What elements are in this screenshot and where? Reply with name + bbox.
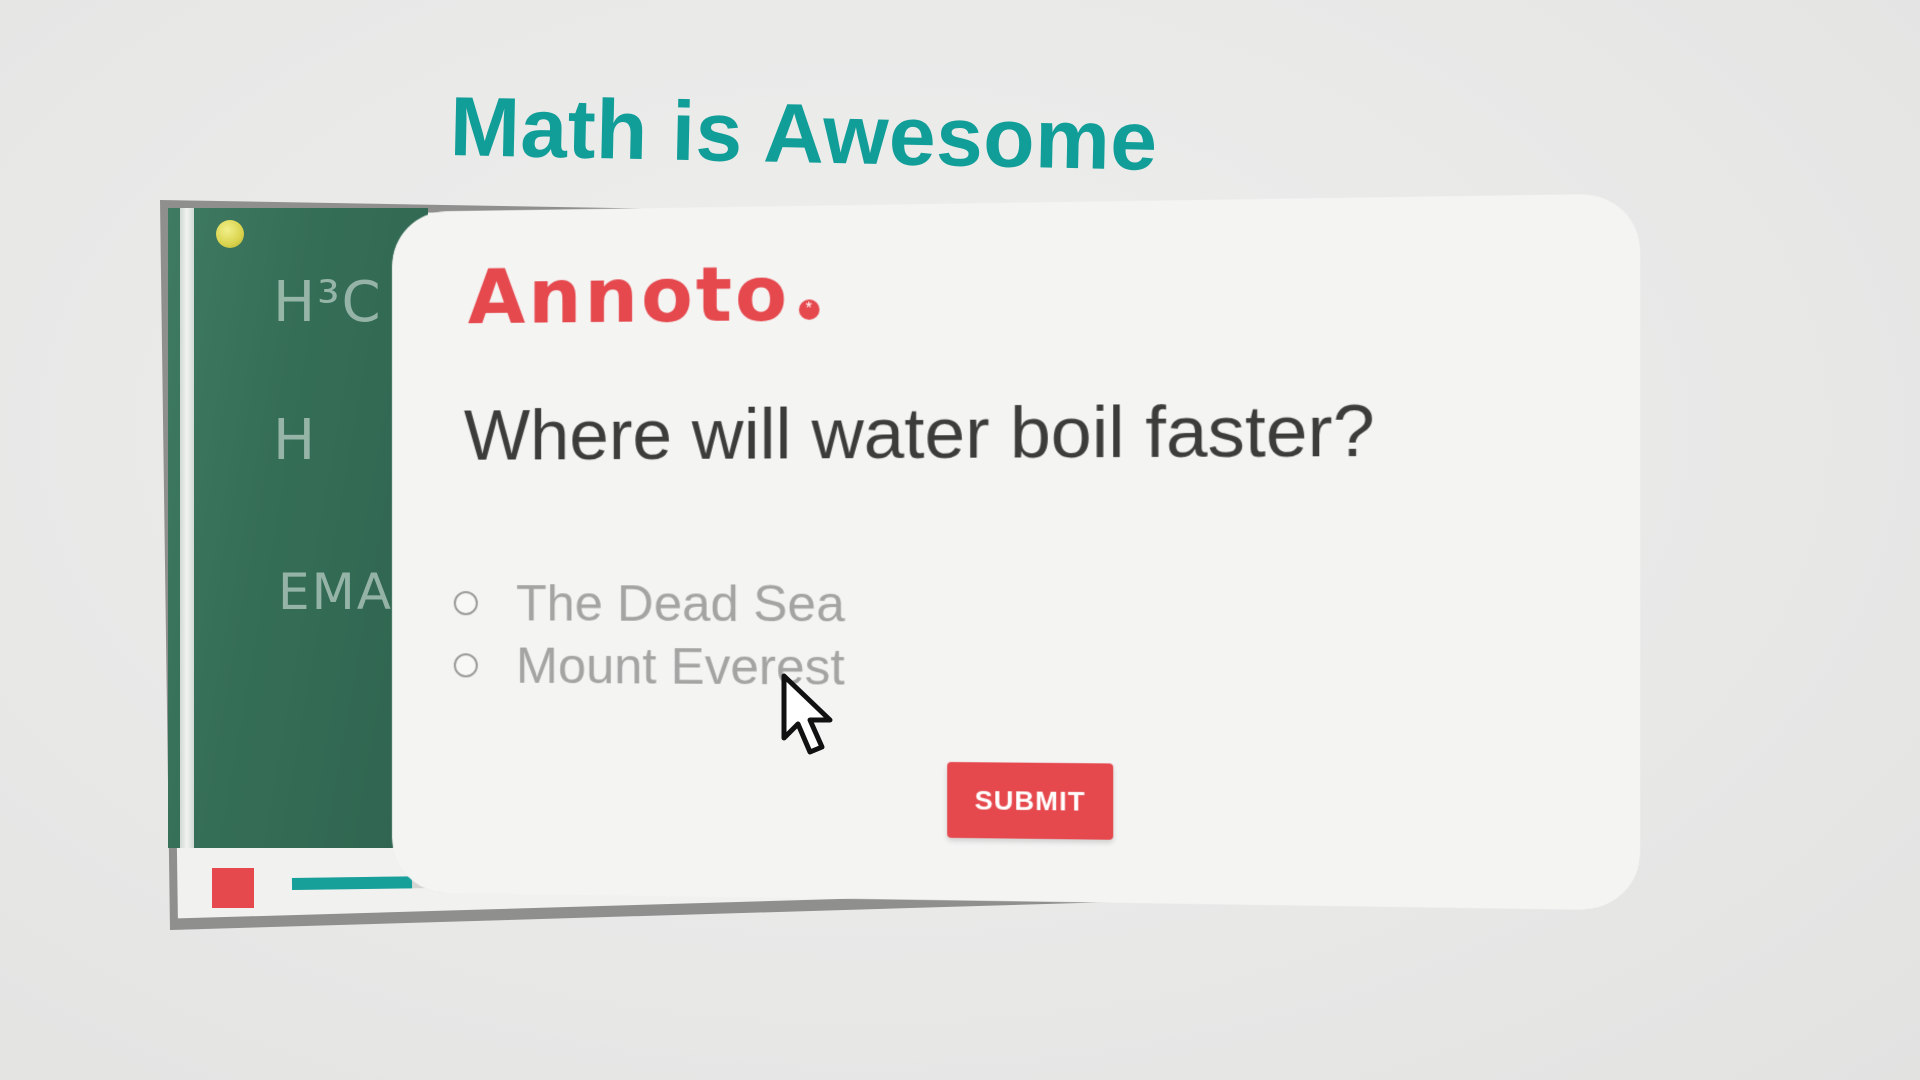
- radio-button[interactable]: [454, 591, 478, 615]
- pushpin-icon: [216, 220, 244, 248]
- annoto-logo: Annoto *: [468, 257, 819, 336]
- stage: Math is Awesome H³C H EMAN Annoto * Wher…: [0, 0, 1920, 1080]
- logo-text: Annoto: [468, 257, 791, 335]
- answer-option-label: The Dead Sea: [516, 574, 845, 633]
- chalk-writing-1: H³C: [273, 270, 383, 335]
- quiz-question: Where will water boil faster?: [464, 389, 1375, 475]
- mouse-pointer-icon: [780, 672, 844, 758]
- answer-option-dead-sea[interactable]: The Dead Sea: [454, 572, 845, 636]
- chalk-writing-2: H: [273, 408, 317, 473]
- logo-dot-icon: *: [799, 299, 820, 320]
- progress-fill: [292, 876, 412, 890]
- submit-button[interactable]: SUBMIT: [947, 762, 1113, 840]
- chalkboard-edge: [180, 208, 194, 848]
- stop-button[interactable]: [212, 868, 254, 908]
- video-title: Math is Awesome: [449, 78, 1159, 190]
- quiz-card: Annoto * Where will water boil faster? T…: [392, 193, 1640, 910]
- radio-button[interactable]: [454, 653, 478, 677]
- chalkboard-video-frame: H³C H EMAN: [168, 208, 428, 848]
